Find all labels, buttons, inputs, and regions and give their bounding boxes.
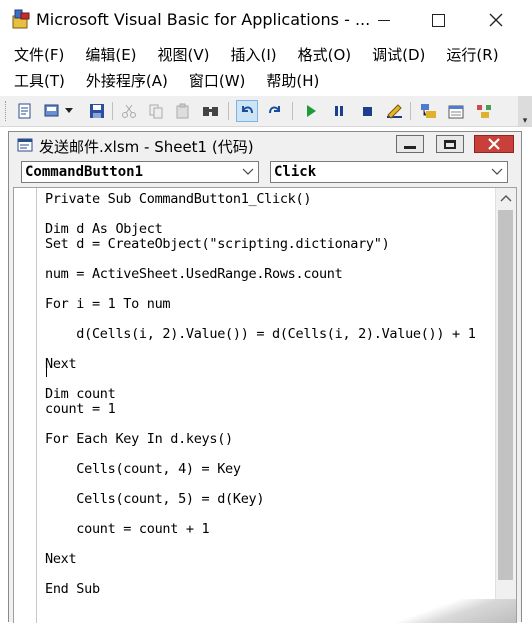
code-line[interactable] bbox=[45, 342, 476, 357]
chevron-up-icon bbox=[500, 195, 512, 202]
undo-icon[interactable] bbox=[236, 100, 258, 122]
code-line[interactable]: count = 1 bbox=[45, 402, 476, 417]
restore-icon bbox=[444, 139, 456, 149]
vba-app-icon bbox=[10, 8, 32, 30]
minimize-icon bbox=[404, 145, 416, 149]
code-line[interactable]: Cells(count, 4) = Key bbox=[45, 462, 476, 477]
copy-icon[interactable] bbox=[145, 100, 167, 122]
menu-bar-row-1: 文件(F) 编辑(E) 视图(V) 插入(I) 格式(O) 调试(D) 运行(R… bbox=[0, 42, 532, 68]
code-line[interactable] bbox=[45, 312, 476, 327]
vertical-scrollbar[interactable] bbox=[495, 188, 516, 623]
window-title: Microsoft Visual Basic for Applications … bbox=[36, 10, 371, 29]
code-line[interactable]: d(Cells(i, 2).Value()) = d(Cells(i, 2).V… bbox=[45, 327, 476, 342]
code-line[interactable] bbox=[45, 537, 476, 552]
text-caret bbox=[46, 363, 47, 377]
code-module-icon bbox=[17, 137, 35, 153]
maximize-button[interactable] bbox=[412, 0, 464, 40]
procedure-dropdown-value: Click bbox=[274, 164, 317, 180]
standard-toolbar: ▾ bbox=[0, 96, 532, 127]
title-bar: Microsoft Visual Basic for Applications … bbox=[0, 0, 532, 40]
project-explorer-icon[interactable] bbox=[418, 100, 440, 122]
close-button[interactable] bbox=[470, 0, 522, 40]
code-line[interactable] bbox=[45, 447, 476, 462]
menu-run[interactable]: 运行(R) bbox=[439, 44, 505, 66]
reset-icon[interactable] bbox=[356, 100, 378, 122]
find-icon[interactable] bbox=[200, 100, 222, 122]
toolbar-separator bbox=[112, 102, 113, 120]
menu-bar-row-2: 工具(T) 外接程序(A) 窗口(W) 帮助(H) bbox=[0, 68, 532, 94]
toolbar-separator bbox=[292, 102, 293, 120]
object-dropdown[interactable]: CommandButton1 bbox=[21, 161, 259, 183]
code-line[interactable] bbox=[45, 477, 476, 492]
paste-icon[interactable] bbox=[172, 100, 194, 122]
redo-icon[interactable] bbox=[264, 100, 286, 122]
code-line[interactable]: num = ActiveSheet.UsedRange.Rows.count bbox=[45, 267, 476, 282]
object-browser-icon[interactable] bbox=[474, 100, 496, 122]
cut-icon[interactable] bbox=[118, 100, 140, 122]
menu-insert[interactable]: 插入(I) bbox=[224, 44, 284, 66]
code-line[interactable]: Private Sub CommandButton1_Click() bbox=[45, 192, 476, 207]
procedure-dropdown[interactable]: Click bbox=[270, 161, 508, 183]
code-line[interactable] bbox=[45, 507, 476, 522]
code-line[interactable]: Set d = CreateObject("scripting.dictiona… bbox=[45, 237, 476, 252]
code-text-area[interactable]: Private Sub CommandButton1_Click() Dim d … bbox=[45, 192, 476, 597]
insert-dropdown-icon[interactable] bbox=[62, 100, 76, 122]
code-line[interactable]: For Each Key In d.keys() bbox=[45, 432, 476, 447]
menu-format[interactable]: 格式(O) bbox=[291, 44, 359, 66]
menu-view[interactable]: 视图(V) bbox=[151, 44, 217, 66]
toolbar-separator bbox=[410, 102, 411, 120]
code-line[interactable]: Dim count bbox=[45, 387, 476, 402]
toolbar-separator bbox=[228, 102, 229, 120]
code-line[interactable]: End Sub bbox=[45, 582, 476, 597]
page-curl-shadow bbox=[376, 599, 516, 623]
menu-help[interactable]: 帮助(H) bbox=[259, 70, 326, 92]
close-icon bbox=[489, 13, 503, 27]
menu-file[interactable]: 文件(F) bbox=[7, 44, 71, 66]
toolbar-overflow-button[interactable]: ▾ bbox=[518, 96, 532, 126]
code-window-close-button[interactable] bbox=[474, 135, 514, 153]
code-window-title: 发送邮件.xlsm - Sheet1 (代码) bbox=[39, 138, 254, 156]
design-mode-icon[interactable] bbox=[384, 100, 406, 122]
code-line[interactable] bbox=[45, 417, 476, 432]
minimize-icon bbox=[378, 19, 390, 21]
editor-margin-indicator-bar[interactable] bbox=[14, 188, 37, 623]
properties-icon[interactable] bbox=[446, 100, 468, 122]
maximize-icon bbox=[431, 13, 445, 27]
code-line[interactable] bbox=[45, 372, 476, 387]
chevron-down-icon bbox=[242, 165, 254, 179]
close-icon bbox=[488, 138, 500, 150]
scrollbar-thumb[interactable] bbox=[498, 210, 513, 580]
insert-module-icon[interactable] bbox=[42, 100, 64, 122]
minimize-button[interactable] bbox=[358, 0, 410, 40]
code-line[interactable]: Next bbox=[45, 357, 476, 372]
run-icon[interactable] bbox=[300, 100, 322, 122]
code-window-titlebar: 发送邮件.xlsm - Sheet1 (代码) bbox=[9, 132, 521, 158]
code-line[interactable]: Next bbox=[45, 552, 476, 567]
scroll-up-button[interactable] bbox=[496, 188, 516, 208]
object-dropdown-value: CommandButton1 bbox=[25, 164, 144, 180]
code-line[interactable]: count = count + 1 bbox=[45, 522, 476, 537]
menu-edit[interactable]: 编辑(E) bbox=[78, 44, 143, 66]
toolbar-grip[interactable] bbox=[5, 101, 9, 121]
code-line[interactable]: Cells(count, 5) = d(Key) bbox=[45, 492, 476, 507]
code-line[interactable] bbox=[45, 567, 476, 582]
code-line[interactable]: Dim d As Object bbox=[45, 222, 476, 237]
code-line[interactable] bbox=[45, 207, 476, 222]
code-line[interactable]: For i = 1 To num bbox=[45, 297, 476, 312]
code-editor[interactable]: Private Sub CommandButton1_Click() Dim d … bbox=[13, 187, 517, 623]
menu-tools[interactable]: 工具(T) bbox=[7, 70, 72, 92]
chevron-down-icon bbox=[491, 165, 503, 179]
code-window-maximize-button[interactable] bbox=[436, 135, 464, 153]
break-icon[interactable] bbox=[328, 100, 350, 122]
code-line[interactable] bbox=[45, 282, 476, 297]
code-line[interactable] bbox=[45, 252, 476, 267]
menu-addins[interactable]: 外接程序(A) bbox=[79, 70, 175, 92]
view-excel-icon[interactable] bbox=[14, 100, 36, 122]
code-window: 发送邮件.xlsm - Sheet1 (代码) CommandButton1 C… bbox=[8, 131, 522, 623]
menu-debug[interactable]: 调试(D) bbox=[365, 44, 432, 66]
save-icon[interactable] bbox=[86, 100, 108, 122]
menu-window[interactable]: 窗口(W) bbox=[182, 70, 253, 92]
code-window-minimize-button[interactable] bbox=[396, 135, 424, 153]
